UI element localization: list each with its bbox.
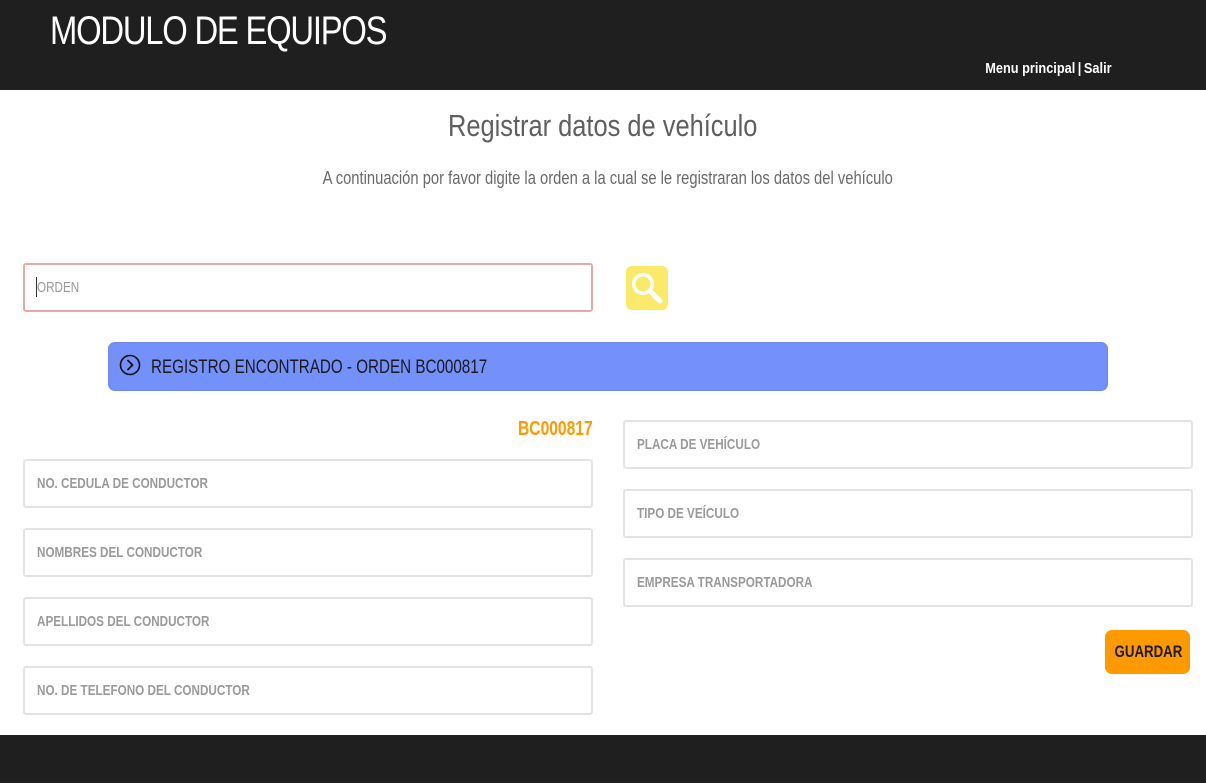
- orden-input[interactable]: [23, 263, 593, 312]
- circle-chevron-right-icon: [119, 354, 141, 376]
- record-found-alert: REGISTRO ENCONTRADO - ORDEN BC000817: [108, 342, 1108, 391]
- telefono-conductor-field: NO. DE TELEFONO DEL CONDUCTOR: [23, 666, 593, 715]
- telefono-conductor-input[interactable]: [23, 666, 593, 715]
- orden-field: ORDEN: [23, 263, 593, 312]
- text-caret: [36, 277, 37, 297]
- placa-vehiculo-field: PLACA DE VEHÍCULO: [623, 420, 1193, 469]
- guardar-button[interactable]: GUARDAR: [1105, 630, 1190, 674]
- cedula-conductor-input[interactable]: [23, 459, 593, 508]
- apellidos-conductor-input[interactable]: [23, 597, 593, 646]
- alert-text: REGISTRO ENCONTRADO - ORDEN BC000817: [151, 356, 488, 378]
- search-button[interactable]: [626, 266, 668, 310]
- tipo-vehiculo-input[interactable]: [623, 489, 1193, 538]
- nombres-conductor-field: NOMBRES DEL CONDUCTOR: [23, 528, 593, 577]
- app-title: MODULO DE EQUIPOS: [50, 9, 388, 53]
- top-nav: Menu principal | Salir: [986, 60, 1112, 77]
- page-subtitle-text: A continuación por favor digite la orden…: [322, 168, 894, 188]
- page-title-text: Registrar datos de vehículo: [448, 108, 758, 143]
- apellidos-conductor-field: APELLIDOS DEL CONDUCTOR: [23, 597, 593, 646]
- empresa-transportadora-input[interactable]: [623, 558, 1193, 607]
- tipo-vehiculo-field: TIPO DE VEÍCULO: [623, 489, 1193, 538]
- page-title: Registrar datos de vehículo: [0, 106, 1206, 146]
- orden-code-label: BC000817: [518, 418, 593, 440]
- page-subtitle: A continuación por favor digite la orden…: [0, 166, 1206, 190]
- placa-vehiculo-input[interactable]: [623, 420, 1193, 469]
- salir-link[interactable]: Salir: [1084, 60, 1112, 77]
- nombres-conductor-input[interactable]: [23, 528, 593, 577]
- cedula-conductor-field: NO. CEDULA DE CONDUCTOR: [23, 459, 593, 508]
- menu-principal-link[interactable]: Menu principal: [986, 60, 1076, 77]
- guardar-label: GUARDAR: [1114, 642, 1183, 661]
- top-header: MODULO DE EQUIPOS Menu principal | Salir: [0, 0, 1206, 90]
- search-icon: [632, 273, 663, 304]
- footer: [0, 735, 1206, 783]
- empresa-transportadora-field: EMPRESA TRANSPORTADORA: [623, 558, 1193, 607]
